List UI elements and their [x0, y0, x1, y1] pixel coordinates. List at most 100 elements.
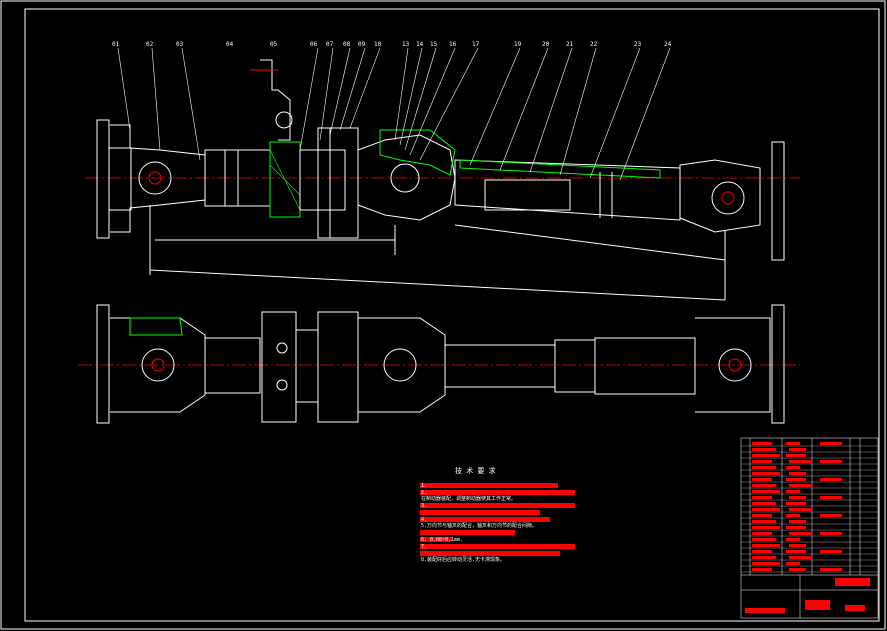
parts-row-name-mark — [752, 478, 772, 481]
tech-req-line: 在制动器装配，调整制动器使其工作正常。 — [421, 495, 516, 502]
parts-row-spec-mark — [786, 490, 800, 493]
tech-req-line: 7. — [421, 544, 427, 550]
right-yoke — [679, 159, 761, 233]
parts-row-name-mark — [752, 490, 780, 493]
left-yoke — [110, 124, 206, 233]
tech-req-line: 8.装配好后应转动灵活,无卡滞现象。 — [421, 556, 505, 563]
parts-row-spec-mark — [789, 472, 806, 475]
left-flange — [96, 119, 110, 239]
right-flange — [771, 141, 785, 261]
part-label: 01 — [112, 41, 120, 48]
parts-list-rows — [741, 442, 878, 573]
parts-row-spec-mark — [789, 460, 812, 463]
left-flange-bottom — [96, 304, 110, 424]
part-label: 14 — [416, 41, 424, 48]
tech-req-line: 1. — [421, 483, 427, 489]
parts-row-name-mark — [752, 514, 772, 517]
parts-row-name-mark — [752, 448, 776, 451]
parts-row-name-mark — [752, 526, 780, 529]
parts-row-spec-mark — [789, 556, 812, 559]
parts-row-name-mark — [752, 442, 772, 445]
parts-row-material-mark — [820, 442, 842, 445]
parts-row-spec-mark — [789, 496, 806, 499]
part-labels: 01 02 03 04 05 06 07 08 09 10 13 14 15 1… — [112, 41, 672, 48]
parts-row-name-mark — [752, 454, 780, 457]
part-label: 17 — [472, 41, 480, 48]
tech-req-title: 技 术 要 求 — [455, 466, 496, 475]
tech-req-line: 5.万向节与轴叉的配合，轴叉和万向节的配合间隙。 — [421, 522, 537, 529]
part-label: 09 — [358, 41, 366, 48]
parts-row-spec-mark — [789, 544, 806, 547]
part-label: 05 — [270, 41, 278, 48]
part-label: 24 — [664, 41, 672, 48]
leader-lines — [117, 47, 671, 181]
part-label: 19 — [514, 41, 522, 48]
parts-row-material-mark — [820, 550, 842, 553]
parts-row-spec-mark — [786, 478, 806, 481]
parts-row-spec-mark — [786, 466, 800, 469]
parts-row-spec-mark — [789, 532, 812, 535]
parts-row-spec-mark — [789, 484, 812, 487]
tech-requirements: 技 术 要 求 1. 2. 在制动器装配，调整制动器使其工作正常。 3. 4. … — [420, 466, 575, 563]
right-yoke-bore — [711, 181, 745, 215]
parts-row-name-mark — [752, 502, 776, 505]
part-label: 15 — [430, 41, 438, 48]
parts-row-spec-mark — [786, 550, 806, 553]
parts-row-material-mark — [820, 568, 842, 571]
parts-row-material-mark — [820, 478, 842, 481]
part-label: 07 — [326, 41, 334, 48]
parts-row-name-mark — [752, 562, 780, 565]
mid-flange-bottom — [261, 311, 297, 423]
parts-row-spec-mark — [789, 448, 806, 451]
parts-row-spec-mark — [786, 442, 800, 445]
parts-row-name-mark — [752, 496, 772, 499]
left-yoke-green — [129, 317, 183, 336]
part-label: 04 — [226, 41, 234, 48]
part-label: 08 — [343, 41, 351, 48]
inner-border — [24, 8, 880, 622]
parts-row-material-mark — [820, 514, 842, 517]
parts-row-name-mark — [752, 466, 776, 469]
part-label: 20 — [542, 41, 550, 48]
parts-row-name-mark — [752, 556, 776, 559]
parts-row-spec-mark — [789, 520, 806, 523]
parts-row-name-mark — [752, 520, 776, 523]
part-label: 02 — [146, 41, 154, 48]
parts-row-name-mark — [752, 532, 772, 535]
part-label: 22 — [590, 41, 598, 48]
tech-req-line: 6. 0.08~0.1mm. — [421, 537, 463, 543]
parts-row-name-mark — [752, 508, 780, 511]
parts-row-spec-mark — [786, 526, 806, 529]
parts-row-spec-mark — [789, 568, 806, 571]
part-label: 06 — [310, 41, 318, 48]
parts-row-material-mark — [820, 496, 842, 499]
parts-row-spec-mark — [786, 562, 800, 565]
part-label: 10 — [374, 41, 382, 48]
title-block-marks — [745, 578, 870, 613]
parts-row-name-mark — [752, 472, 780, 475]
parts-row-name-mark — [752, 550, 772, 553]
slip-shaft-green — [459, 159, 661, 179]
parts-row-spec-mark — [786, 454, 806, 457]
middle-yoke — [357, 134, 456, 221]
parts-row-name-mark — [752, 484, 776, 487]
parts-row-spec-mark — [786, 514, 800, 517]
top-view — [85, 59, 800, 301]
part-label: 21 — [566, 41, 574, 48]
parts-row-spec-mark — [789, 508, 812, 511]
part-label: 03 — [176, 41, 184, 48]
part-label: 16 — [449, 41, 457, 48]
cad-drawing-canvas: 01 02 03 04 05 06 07 08 09 10 13 14 15 1… — [0, 0, 886, 630]
right-flange-bottom — [771, 304, 785, 424]
parts-row-name-mark — [752, 568, 772, 571]
parts-row-spec-mark — [786, 502, 806, 505]
parts-row-name-mark — [752, 538, 776, 541]
part-label: 13 — [402, 41, 410, 48]
part-label: 23 — [634, 41, 642, 48]
parts-row-material-mark — [820, 532, 842, 535]
parts-row-name-mark — [752, 460, 772, 463]
bottom-view — [78, 304, 800, 424]
tech-req-redlines — [420, 483, 575, 556]
parts-row-spec-mark — [786, 538, 800, 541]
parts-row-name-mark — [752, 544, 780, 547]
